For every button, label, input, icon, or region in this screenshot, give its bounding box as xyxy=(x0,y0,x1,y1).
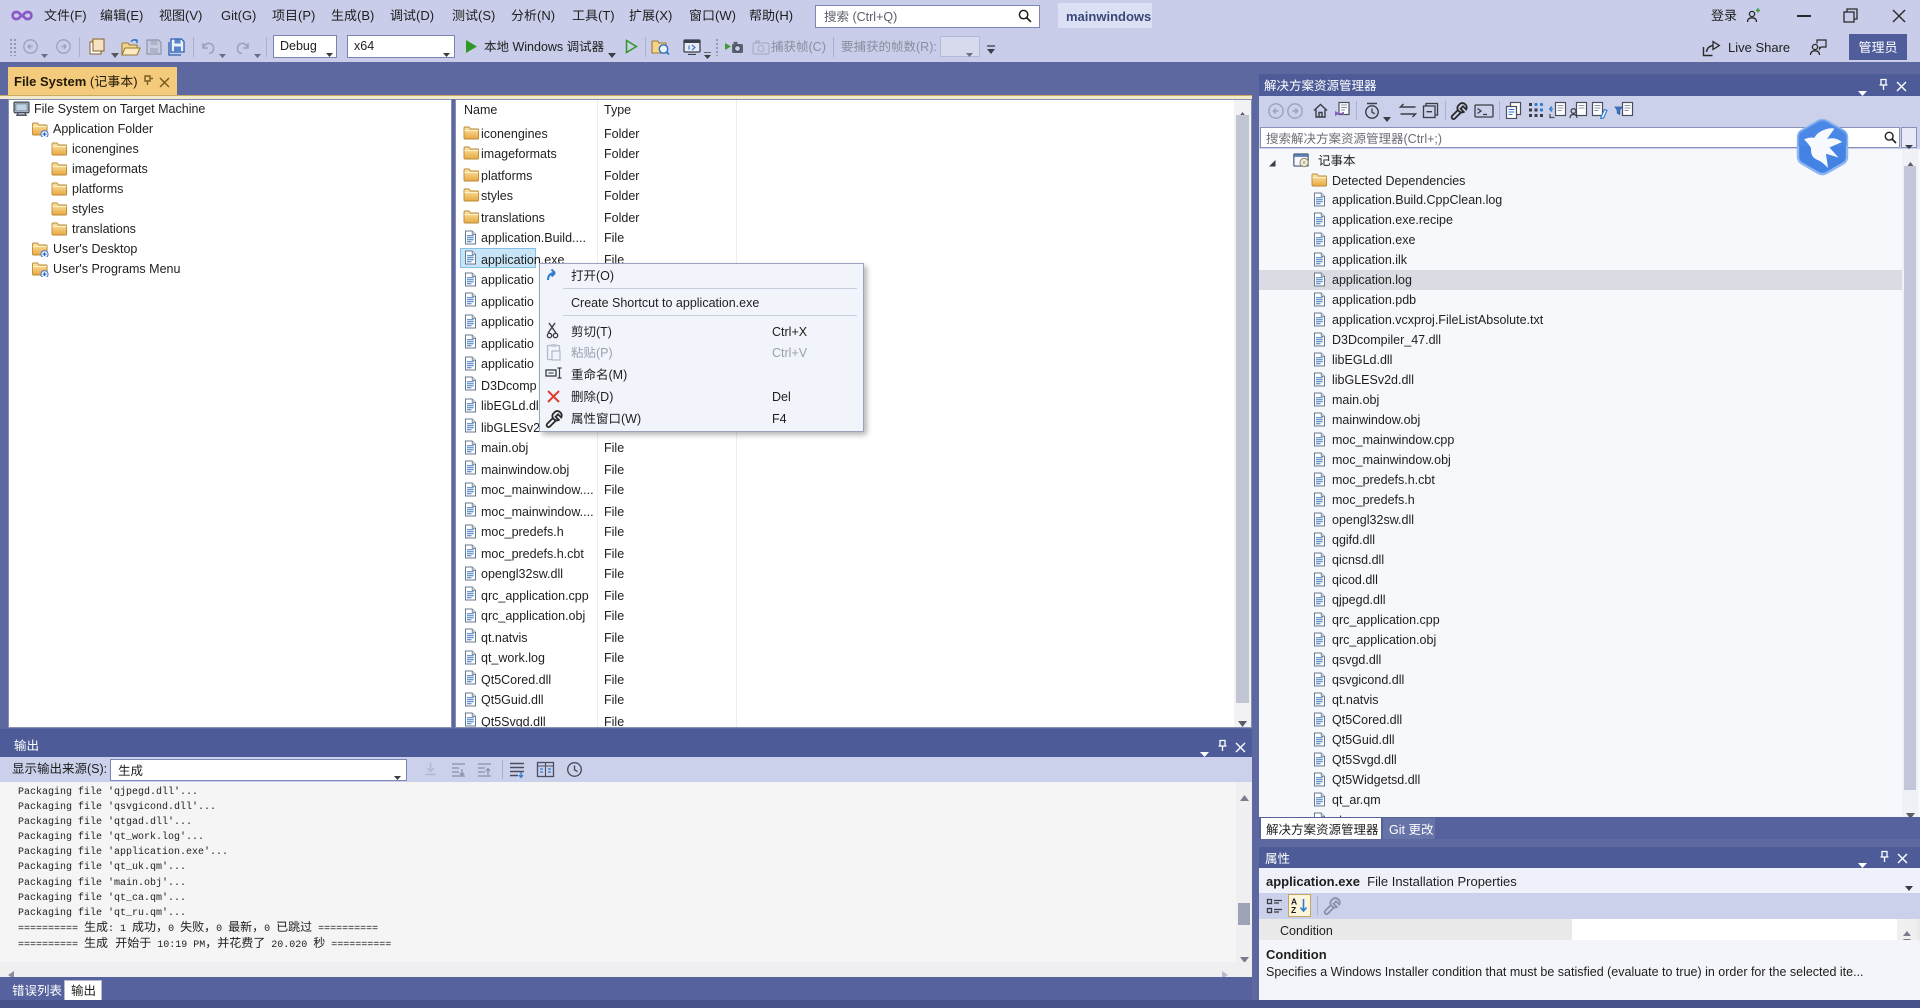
svg-text:Z: Z xyxy=(1291,905,1296,914)
